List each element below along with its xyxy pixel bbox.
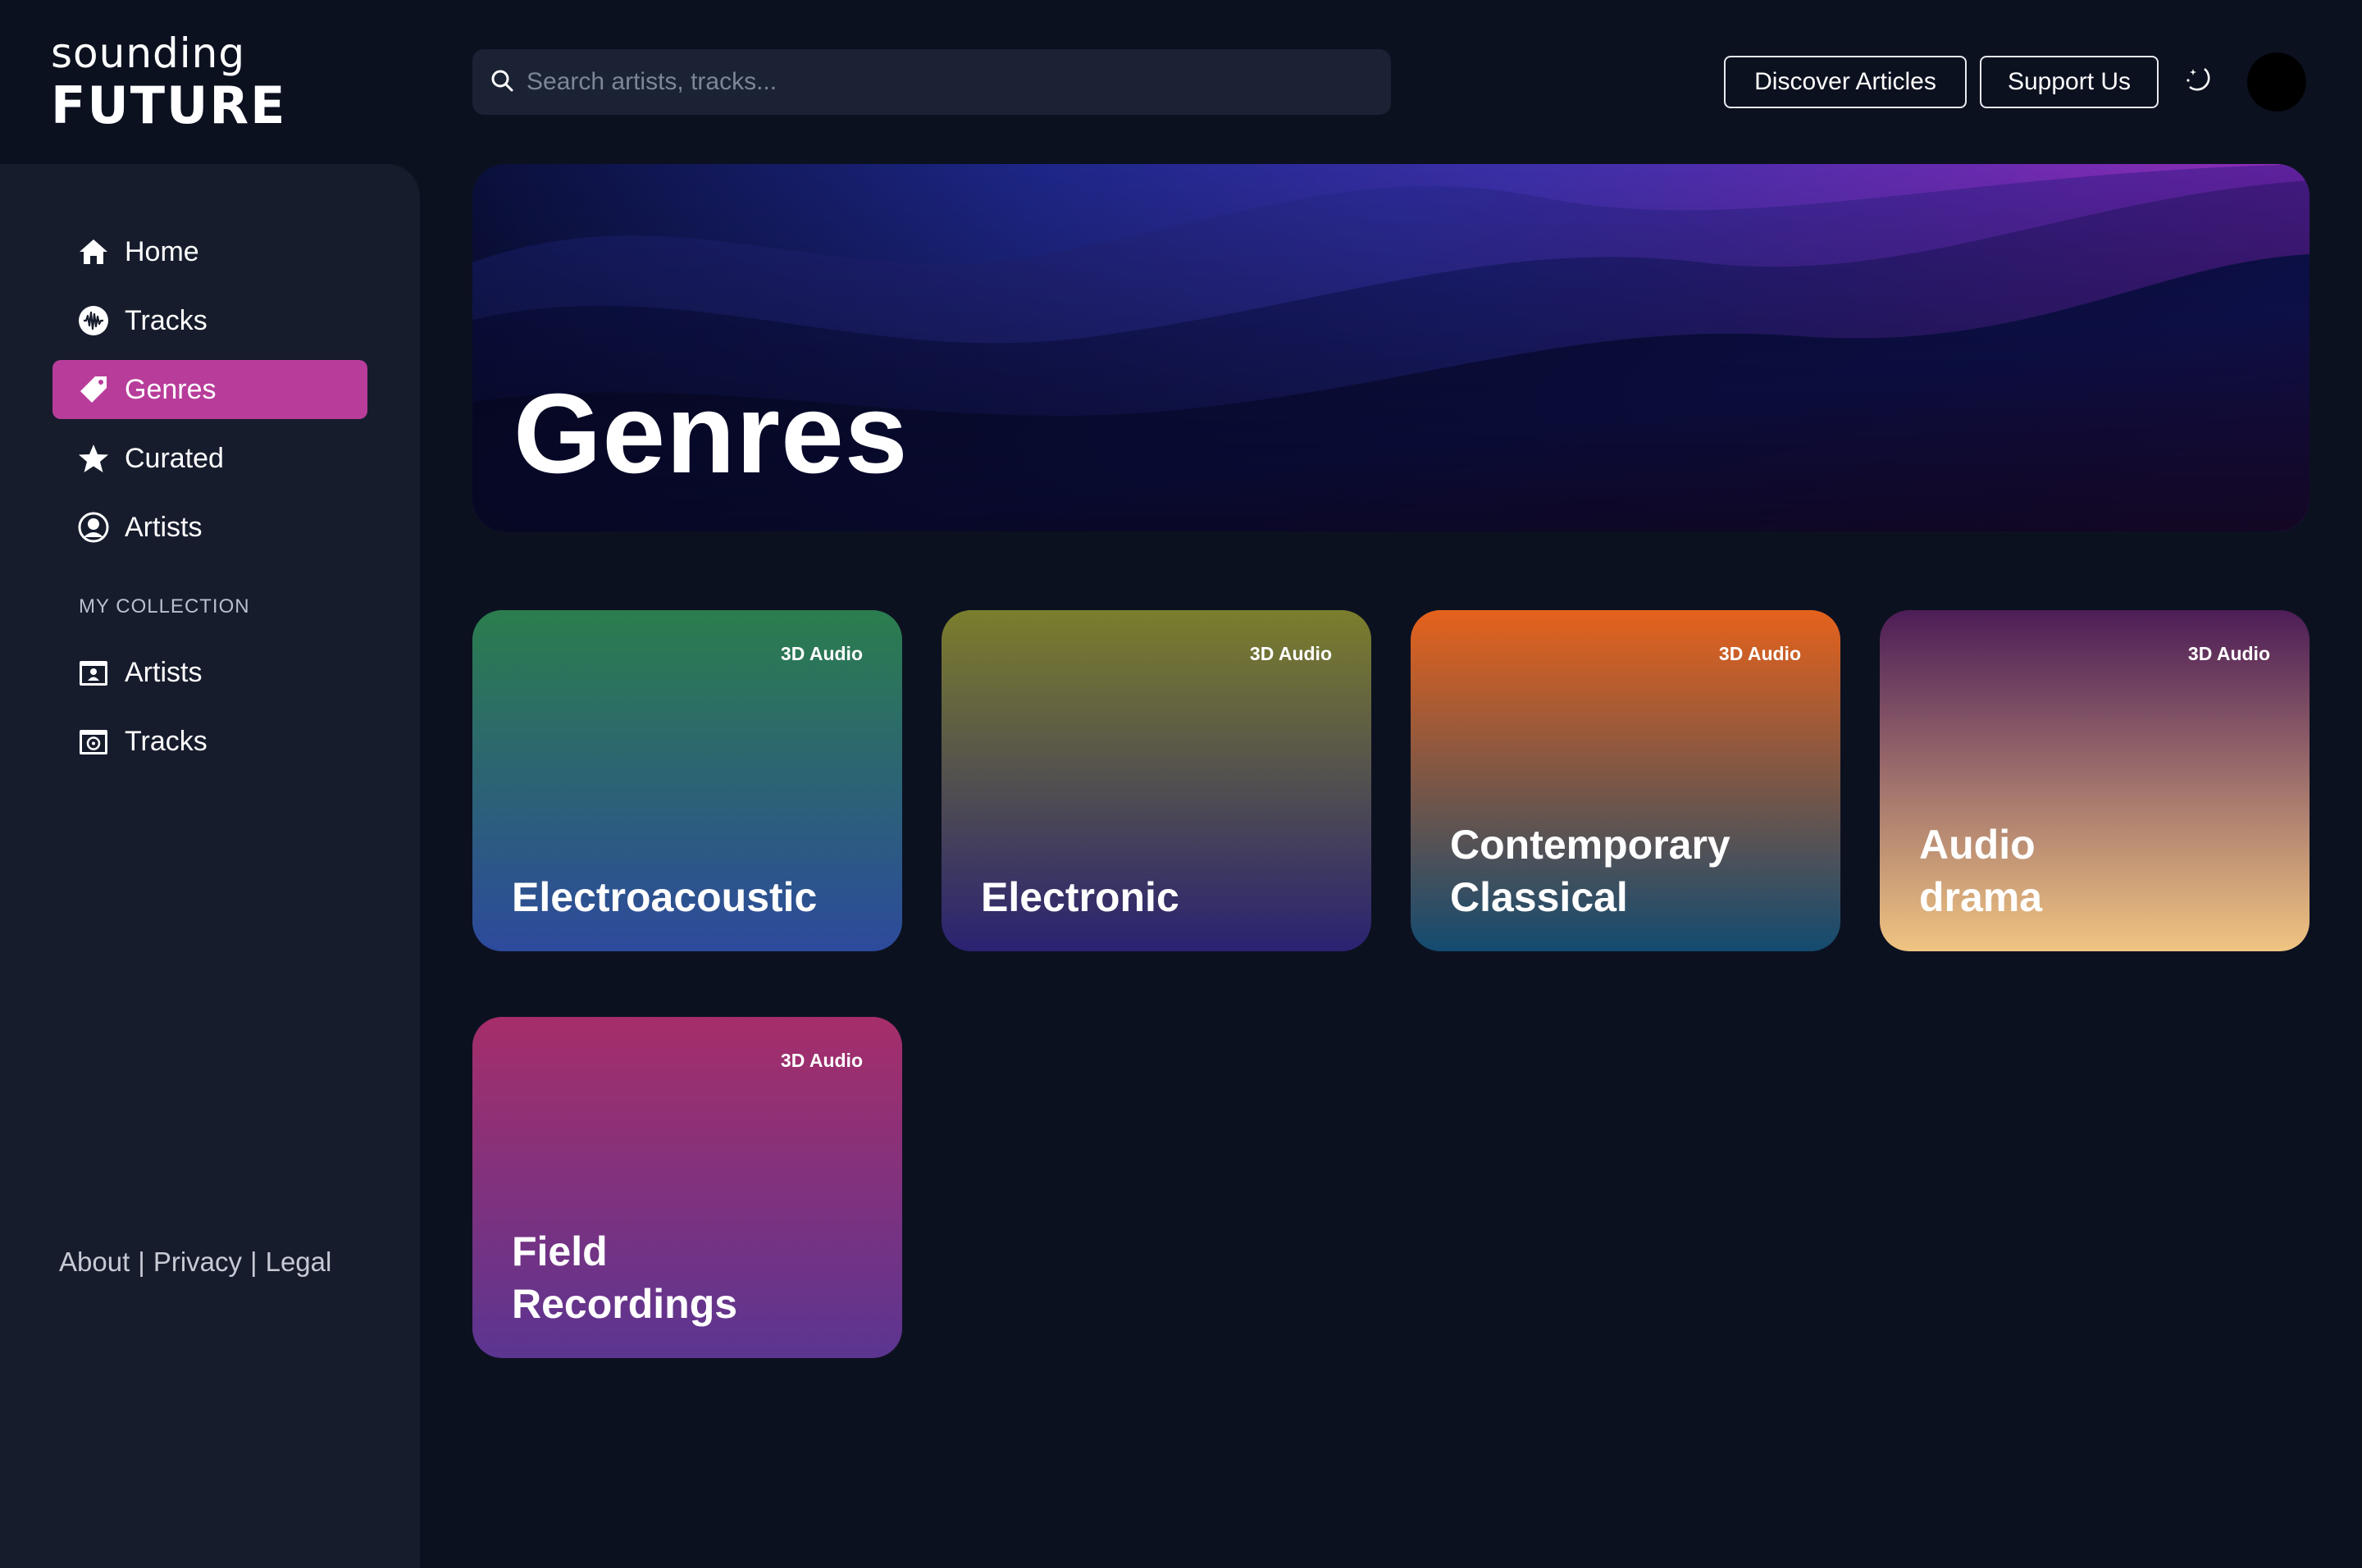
privacy-link[interactable]: Privacy xyxy=(153,1247,242,1277)
badge-3d-audio: 3D Audio xyxy=(1249,643,1332,664)
star-icon xyxy=(77,442,110,475)
sidebar-item-label: Tracks xyxy=(125,725,207,757)
folder-user-icon xyxy=(77,656,110,689)
genre-name: Electroacoustic xyxy=(512,874,818,920)
genre-name: Audio drama xyxy=(1919,822,2043,920)
genre-name: Electronic xyxy=(981,874,1179,920)
brand-logo[interactable]: sounding FUTURE xyxy=(51,30,287,138)
genre-card[interactable]: 3D Audio Audio drama xyxy=(1880,610,2310,951)
sidebar-item-label: Artists xyxy=(125,511,203,543)
sidebar-item-artists[interactable]: Artists xyxy=(52,498,367,557)
user-circle-icon xyxy=(77,511,110,544)
moon-stars-icon xyxy=(2183,64,2216,101)
footer-separator: | xyxy=(250,1247,258,1277)
page-title: Genres xyxy=(513,371,909,497)
support-us-button[interactable]: Support Us xyxy=(1980,56,2159,108)
hero-banner: Genres xyxy=(472,164,2310,531)
genre-card[interactable]: 3D Audio Electronic xyxy=(942,610,1371,951)
badge-3d-audio: 3D Audio xyxy=(2187,643,2270,664)
collection-heading: MY COLLECTION xyxy=(79,595,250,618)
footer-separator: | xyxy=(138,1247,145,1277)
genre-name: Contemporary Classical xyxy=(1450,822,1730,920)
genre-card[interactable]: 3D Audio Field Recordings xyxy=(472,1017,902,1358)
search-bar[interactable] xyxy=(472,49,1391,115)
waveform-icon xyxy=(77,304,110,337)
legal-link[interactable]: Legal xyxy=(266,1247,332,1277)
about-link[interactable]: About xyxy=(59,1247,130,1277)
genre-card[interactable]: 3D Audio Contemporary Classical xyxy=(1411,610,1840,951)
sidebar-item-label: Artists xyxy=(125,656,203,688)
sidebar-item-label: Tracks xyxy=(125,304,207,336)
sidebar-item-label: Home xyxy=(125,235,199,267)
sidebar-item-label: Curated xyxy=(125,442,224,474)
sidebar-item-curated[interactable]: Curated xyxy=(52,429,367,488)
search-input[interactable] xyxy=(527,68,1347,96)
sidebar-item-collection-tracks[interactable]: Tracks xyxy=(52,712,367,771)
theme-toggle-button[interactable] xyxy=(2182,64,2218,100)
user-avatar[interactable] xyxy=(2247,52,2306,112)
sidebar: Home Tracks Genres Curated Artists MY CO… xyxy=(0,164,420,1568)
genre-name: Field Recordings xyxy=(512,1228,738,1327)
sidebar-item-genres[interactable]: Genres xyxy=(52,360,367,419)
brand-line-2: FUTURE xyxy=(51,75,287,135)
footer-links: About | Privacy | Legal xyxy=(59,1247,331,1278)
sidebar-item-label: Genres xyxy=(125,373,217,405)
badge-3d-audio: 3D Audio xyxy=(780,643,863,664)
badge-3d-audio: 3D Audio xyxy=(1718,643,1801,664)
search-icon xyxy=(489,67,515,98)
genre-card[interactable]: 3D Audio Electroacoustic xyxy=(472,610,902,951)
sidebar-item-tracks[interactable]: Tracks xyxy=(52,291,367,350)
home-icon xyxy=(77,235,110,268)
tag-icon xyxy=(77,373,110,406)
sidebar-item-collection-artists[interactable]: Artists xyxy=(52,643,367,702)
folder-music-icon xyxy=(77,725,110,758)
discover-articles-button[interactable]: Discover Articles xyxy=(1724,56,1967,108)
sidebar-item-home[interactable]: Home xyxy=(52,222,367,281)
brand-line-1: sounding xyxy=(51,30,246,77)
badge-3d-audio: 3D Audio xyxy=(780,1050,863,1071)
